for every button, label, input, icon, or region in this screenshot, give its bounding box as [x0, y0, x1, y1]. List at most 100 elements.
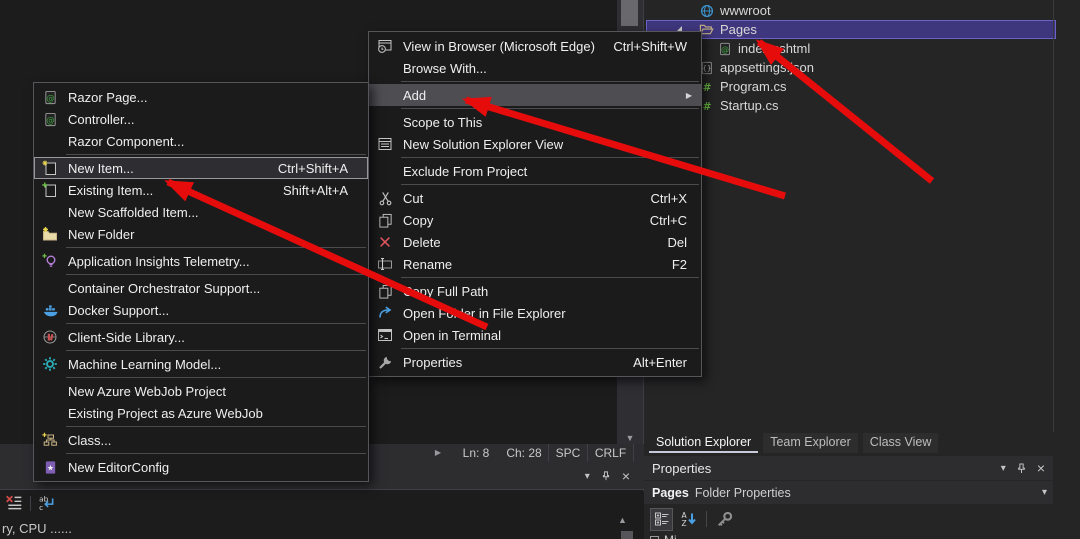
- menu-item-razor-component[interactable]: Razor Component...: [34, 130, 368, 152]
- clear-all-button[interactable]: [5, 494, 23, 512]
- menu-item-application-insights-telemetry[interactable]: Application Insights Telemetry...: [34, 250, 368, 272]
- menu-item-new-azure-webjob-project[interactable]: New Azure WebJob Project: [34, 380, 368, 402]
- menu-item-new-folder[interactable]: New Folder: [34, 223, 368, 245]
- wrench-icon: [375, 355, 395, 370]
- menu-item-copy-full-path[interactable]: Copy Full Path: [369, 280, 701, 302]
- menu-item-shortcut: Ctrl+Shift+A: [278, 161, 362, 176]
- menu-item-label: Machine Learning Model...: [68, 357, 221, 372]
- menu-item-copy[interactable]: CopyCtrl+C: [369, 209, 701, 231]
- menu-item-scope-to-this[interactable]: Scope to This: [369, 111, 701, 133]
- scrollbar-thumb[interactable]: [621, 0, 638, 26]
- menu-item-docker-support[interactable]: Docker Support...: [34, 299, 368, 321]
- expand-box-icon[interactable]: [650, 536, 659, 539]
- menu-item-container-orchestrator-support[interactable]: Container Orchestrator Support...: [34, 277, 368, 299]
- ml-gear-icon: [40, 356, 60, 372]
- categorized-view-button[interactable]: [650, 508, 673, 531]
- scroll-down-arrow-icon[interactable]: ▼: [617, 433, 643, 443]
- menu-item-label: Browse With...: [403, 61, 487, 76]
- menu-item-browse-with[interactable]: Browse With...: [369, 57, 701, 79]
- tree-item-program-cs[interactable]: # Program.cs: [646, 77, 1056, 96]
- menu-item-existing-item[interactable]: Existing Item...Shift+Alt+A: [34, 179, 368, 201]
- eol-mode-indicator[interactable]: CRLF: [588, 444, 634, 462]
- menu-item-cut[interactable]: CutCtrl+X: [369, 187, 701, 209]
- svg-text:#: #: [702, 81, 711, 93]
- menu-separator: [66, 453, 366, 454]
- menu-separator: [66, 350, 366, 351]
- menu-item-rename[interactable]: Rename F2: [369, 253, 701, 275]
- tree-item-label: Program.cs: [720, 79, 786, 94]
- tree-item-pages[interactable]: Pages: [646, 20, 1056, 39]
- menu-item-client-side-library[interactable]: Client-Side Library...: [34, 326, 368, 348]
- razor-doc-icon: @: [40, 90, 60, 105]
- terminal-icon: [375, 327, 395, 343]
- menu-item-label: New Scaffolded Item...: [68, 205, 199, 220]
- new-folder-icon: [40, 226, 60, 242]
- class-new-icon: [40, 432, 60, 448]
- menu-item-delete[interactable]: DeleteDel: [369, 231, 701, 253]
- menu-item-existing-project-as-azure-webjob[interactable]: Existing Project as Azure WebJob: [34, 402, 368, 424]
- properties-toolbar: A Z: [644, 505, 1053, 533]
- menu-item-shortcut: Alt+Enter: [633, 355, 695, 370]
- menu-item-label: New EditorConfig: [68, 460, 169, 475]
- menu-item-label: Add: [403, 88, 426, 103]
- menu-item-machine-learning-model[interactable]: Machine Learning Model...: [34, 353, 368, 375]
- word-wrap-button[interactable]: ab c: [38, 494, 56, 512]
- menu-item-shortcut: Ctrl+Shift+W: [613, 39, 695, 54]
- menu-item-label: Open in Terminal: [403, 328, 501, 343]
- globe-icon: [698, 4, 715, 18]
- menu-item-class[interactable]: Class...: [34, 429, 368, 451]
- chevron-down-icon[interactable]: ▾: [1001, 463, 1006, 474]
- svg-text:@: @: [46, 92, 54, 102]
- razor-doc-icon: @: [40, 112, 60, 127]
- menu-item-view-in-browser-microsoft-edge[interactable]: View in Browser (Microsoft Edge) Ctrl+Shi…: [369, 35, 701, 57]
- menu-item-exclude-from-project[interactable]: Exclude From Project: [369, 160, 701, 182]
- menu-item-label: Client-Side Library...: [68, 330, 185, 345]
- menu-item-new-editorconfig[interactable]: ★ New EditorConfig: [34, 456, 368, 478]
- tree-item-label: Startup.cs: [720, 98, 779, 113]
- browser-icon: [375, 38, 395, 54]
- properties-object-selector[interactable]: Pages Folder Properties ▾: [644, 481, 1053, 504]
- menu-separator: [66, 154, 366, 155]
- menu-item-new-scaffolded-item[interactable]: New Scaffolded Item...: [34, 201, 368, 223]
- indent-mode-indicator[interactable]: SPC: [548, 444, 588, 462]
- menu-item-open-in-terminal[interactable]: Open in Terminal: [369, 324, 701, 346]
- pin-icon[interactable]: [600, 470, 612, 482]
- tab-class-view[interactable]: Class View: [863, 433, 939, 453]
- menu-item-open-folder-in-file-explorer[interactable]: Open Folder in File Explorer: [369, 302, 701, 324]
- menu-item-add[interactable]: Add▶: [369, 84, 701, 106]
- menu-item-shortcut: F2: [672, 257, 695, 272]
- menu-item-controller[interactable]: @Controller...: [34, 108, 368, 130]
- menu-item-properties[interactable]: Properties Alt+Enter: [369, 351, 701, 373]
- tree-item-label: appsettings.json: [720, 60, 814, 75]
- menu-item-new-solution-explorer-view[interactable]: New Solution Explorer View: [369, 133, 701, 155]
- scroll-up-arrow-icon[interactable]: ▲: [618, 515, 627, 525]
- close-icon[interactable]: ×: [622, 471, 630, 481]
- menu-item-label: New Folder: [68, 227, 134, 242]
- tree-item-index-cshtml[interactable]: @index.cshtml: [646, 39, 1056, 58]
- property-pages-button[interactable]: [713, 508, 736, 531]
- menu-item-new-item[interactable]: New Item...Ctrl+Shift+A: [34, 157, 368, 179]
- scroll-right-arrow-icon[interactable]: ▶: [430, 444, 446, 462]
- tree-item-appsettings-json[interactable]: {}appsettings.json: [646, 58, 1056, 77]
- menu-item-label: Properties: [403, 355, 462, 370]
- tab-team-explorer[interactable]: Team Explorer: [763, 433, 858, 453]
- diagnostics-partial-text: ry, CPU ......: [2, 521, 72, 536]
- menu-item-label: View in Browser (Microsoft Edge): [403, 39, 595, 54]
- chevron-down-icon[interactable]: ▾: [585, 471, 590, 482]
- rename-icon: [375, 256, 395, 272]
- chevron-down-icon[interactable]: ▾: [1042, 487, 1047, 498]
- tab-solution-explorer[interactable]: Solution Explorer: [649, 433, 758, 453]
- tree-item-startup-cs[interactable]: #Startup.cs: [646, 96, 1056, 115]
- output-toolbar: ab c: [5, 494, 56, 512]
- tree-item-wwwroot[interactable]: wwwroot: [646, 1, 1056, 20]
- sort-alphabetical-button[interactable]: A Z: [677, 508, 700, 531]
- menu-item-label: Existing Project as Azure WebJob: [68, 406, 263, 421]
- pin-icon[interactable]: [1015, 462, 1028, 475]
- solution-tree: wwwrootPages@index.cshtml{}appsettings.j…: [646, 1, 1056, 115]
- menu-item-razor-page[interactable]: @Razor Page...: [34, 86, 368, 108]
- editorconfig-icon: ★: [40, 460, 60, 475]
- scrollbar-thumb[interactable]: [621, 531, 633, 539]
- close-icon[interactable]: ×: [1037, 463, 1045, 473]
- menu-item-label: Rename: [403, 257, 452, 272]
- sol-view-icon: [375, 136, 395, 152]
